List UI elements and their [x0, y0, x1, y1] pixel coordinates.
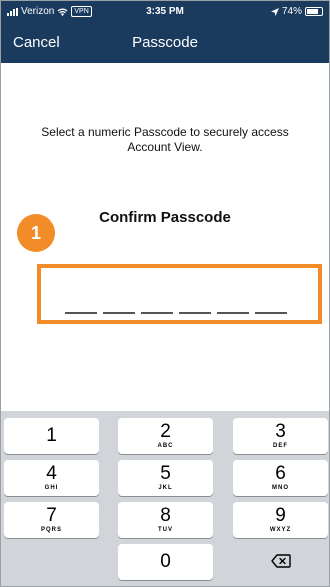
key-letters: DEF: [273, 443, 288, 449]
key-0[interactable]: 0: [118, 544, 213, 580]
key-letters: TUV: [158, 527, 173, 533]
key-1[interactable]: 1: [4, 418, 99, 454]
keypad-empty-slot: [4, 544, 99, 580]
navigation-bar: Cancel Passcode: [1, 23, 329, 63]
battery-percent: 74%: [281, 6, 302, 17]
key-number: 4: [46, 463, 57, 484]
backspace-icon: [270, 554, 291, 568]
instructions-text: Select a numeric Passcode to securely ac…: [41, 125, 289, 154]
numeric-keypad: 1 2 ABC 3 DEF 4 GHI 5 JKL 6 MNO 7 PQRS 8: [1, 411, 329, 586]
key-4[interactable]: 4 GHI: [4, 460, 99, 496]
passcode-digit-slot: [103, 312, 135, 314]
key-8[interactable]: 8 TUV: [118, 502, 213, 538]
key-6[interactable]: 6 MNO: [233, 460, 328, 496]
key-number: 1: [46, 425, 57, 446]
key-number: 3: [275, 421, 286, 442]
status-right: 74%: [270, 6, 323, 17]
key-number: 9: [275, 505, 286, 526]
key-number: 0: [160, 551, 171, 572]
key-number: 2: [160, 421, 171, 442]
passcode-digit-slot: [217, 312, 249, 314]
location-arrow-icon: [270, 7, 279, 16]
key-9[interactable]: 9 WXYZ: [233, 502, 328, 538]
key-3[interactable]: 3 DEF: [233, 418, 328, 454]
key-number: 7: [46, 505, 57, 526]
key-letters: JKL: [158, 485, 173, 491]
key-letters: GHI: [44, 485, 59, 491]
passcode-digit-slot: [141, 312, 173, 314]
key-2[interactable]: 2 ABC: [118, 418, 213, 454]
key-number: 6: [275, 463, 286, 484]
key-7[interactable]: 7 PQRS: [4, 502, 99, 538]
passcode-digit-slot: [65, 312, 97, 314]
passcode-screen: Verizon VPN 3:35 PM 74% Cancel Passcode …: [0, 0, 330, 587]
key-5[interactable]: 5 JKL: [118, 460, 213, 496]
key-letters: PQRS: [40, 527, 62, 533]
passcode-digit-slot: [255, 312, 287, 314]
delete-key[interactable]: [233, 544, 328, 580]
step-number-badge: 1: [17, 214, 55, 252]
key-letters: WXYZ: [269, 527, 292, 533]
key-number: 5: [160, 463, 171, 484]
passcode-input[interactable]: [65, 312, 287, 314]
battery-icon: [305, 7, 323, 16]
key-letters: MNO: [272, 485, 289, 491]
passcode-highlight-box: [37, 264, 322, 324]
page-title: Passcode: [132, 34, 198, 51]
status-bar: Verizon VPN 3:35 PM 74%: [1, 1, 329, 23]
key-letters: ABC: [157, 443, 174, 449]
passcode-digit-slot: [179, 312, 211, 314]
key-number: 8: [160, 505, 171, 526]
